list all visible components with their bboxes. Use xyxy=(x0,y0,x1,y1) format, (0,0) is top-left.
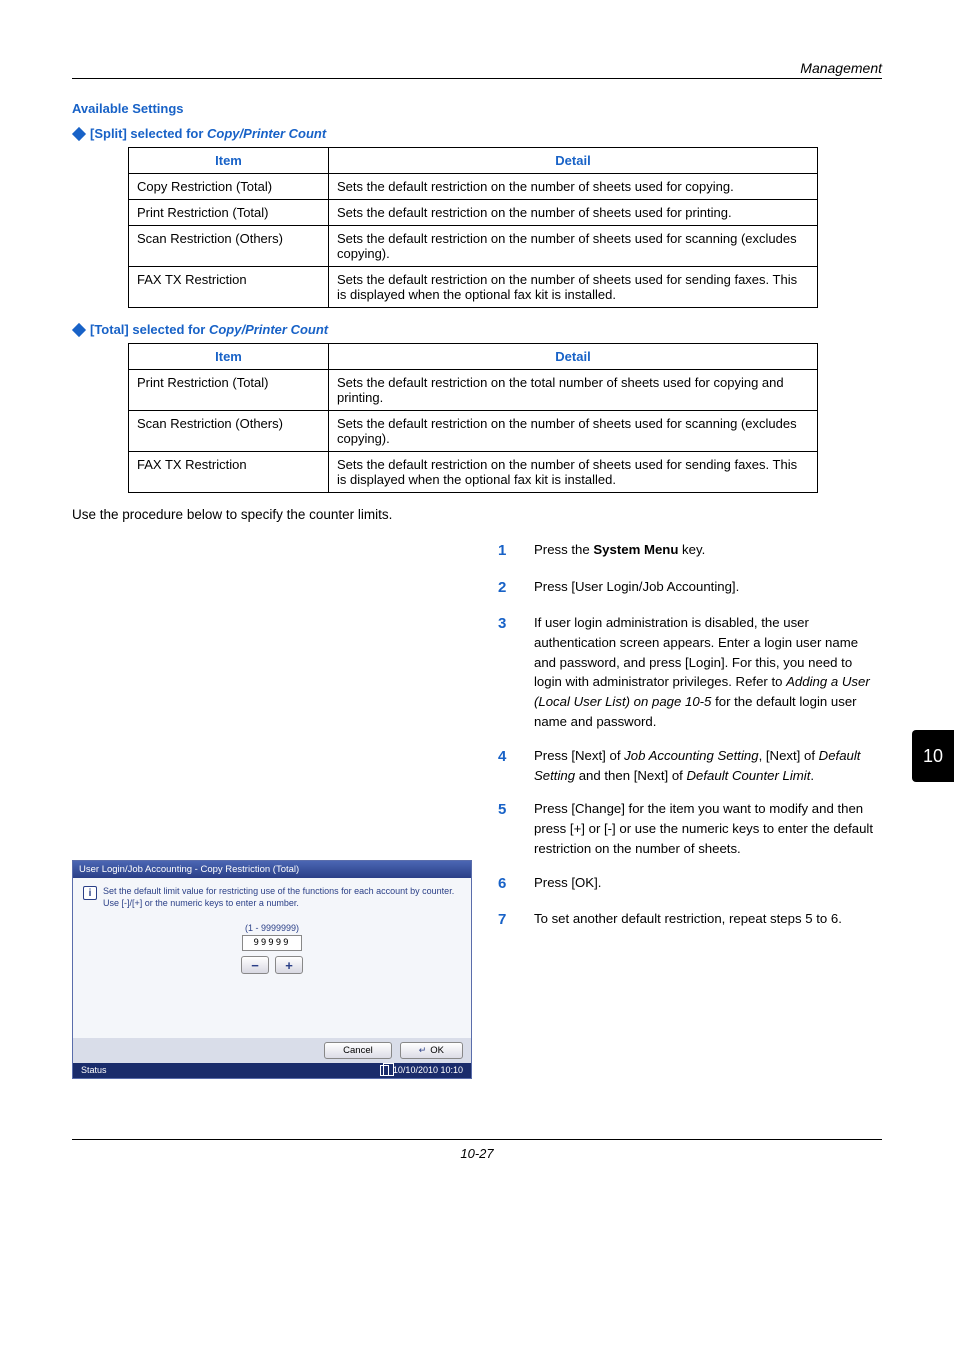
dialog-footer: Cancel ↵ OK xyxy=(73,1038,471,1063)
step-body: If user login administration is disabled… xyxy=(534,613,882,732)
page-number: 10-27 xyxy=(72,1146,882,1161)
value-range: (1 - 9999999) xyxy=(83,923,461,933)
split-sub-text: [Split] selected for Copy/Printer Count xyxy=(90,126,326,141)
cell-detail: Sets the default restriction on the numb… xyxy=(329,200,818,226)
table-row: FAX TX RestrictionSets the default restr… xyxy=(129,267,818,308)
cell-item: Copy Restriction (Total) xyxy=(129,174,329,200)
table-row: Scan Restriction (Others)Sets the defaul… xyxy=(129,226,818,267)
th-detail: Detail xyxy=(329,344,818,370)
cancel-label: Cancel xyxy=(343,1045,373,1056)
th-item: Item xyxy=(129,148,329,174)
instruction-list: 1 Press the System Menu key. 2 Press [Us… xyxy=(498,540,882,932)
diamond-bullet-icon xyxy=(72,126,86,140)
step-3: 3 If user login administration is disabl… xyxy=(498,613,882,732)
th-item: Item xyxy=(129,344,329,370)
step-body: Press [Next] of Job Accounting Setting, … xyxy=(534,746,882,786)
dialog-copy-restriction: User Login/Job Accounting - Copy Restric… xyxy=(72,860,472,1079)
step-2: 2 Press [User Login/Job Accounting]. xyxy=(498,577,882,600)
cell-detail: Sets the default restriction on the numb… xyxy=(329,452,818,493)
ok-button[interactable]: ↵ OK xyxy=(400,1042,463,1059)
dialog-info-line2: Use [-]/[+] or the numeric keys to enter… xyxy=(103,898,299,908)
table-row: Scan Restriction (Others)Sets the defaul… xyxy=(129,411,818,452)
total-subheading: [Total] selected for Copy/Printer Count xyxy=(72,322,882,337)
ok-label: OK xyxy=(430,1045,444,1056)
split-ital: Copy/Printer Count xyxy=(207,126,326,141)
dialog-title: User Login/Job Accounting - Copy Restric… xyxy=(73,861,471,878)
step-number: 3 xyxy=(498,613,516,732)
table-row: FAX TX RestrictionSets the default restr… xyxy=(129,452,818,493)
cell-item: FAX TX Restriction xyxy=(129,452,329,493)
step-body: To set another default restriction, repe… xyxy=(534,909,882,932)
step-body: Press [Change] for the item you want to … xyxy=(534,799,882,858)
cell-item: Scan Restriction (Others) xyxy=(129,226,329,267)
cell-detail: Sets the default restriction on the tota… xyxy=(329,370,818,411)
status-right: 10/10/2010 10:10 xyxy=(380,1065,463,1076)
info-icon: i xyxy=(83,886,97,900)
footer-rule xyxy=(72,1139,882,1140)
step-number: 2 xyxy=(498,577,516,600)
step-6: 6 Press [OK]. xyxy=(498,873,882,896)
cell-item: Print Restriction (Total) xyxy=(129,200,329,226)
table-row: Copy Restriction (Total)Sets the default… xyxy=(129,174,818,200)
status-label[interactable]: Status xyxy=(81,1065,107,1076)
enter-icon: ↵ xyxy=(419,1045,427,1056)
total-ital: Copy/Printer Count xyxy=(209,322,328,337)
total-sub-text: [Total] selected for Copy/Printer Count xyxy=(90,322,328,337)
step-5: 5 Press [Change] for the item you want t… xyxy=(498,799,882,858)
step-number: 4 xyxy=(498,746,516,786)
counter-value[interactable]: 99999 xyxy=(242,935,301,951)
step-4: 4 Press [Next] of Job Accounting Setting… xyxy=(498,746,882,786)
cell-detail: Sets the default restriction on the numb… xyxy=(329,174,818,200)
step-body: Press the System Menu key. xyxy=(534,540,882,563)
status-timestamp: 10/10/2010 10:10 xyxy=(393,1065,463,1075)
intro-text: Use the procedure below to specify the c… xyxy=(72,507,882,522)
dialog-info-line1: Set the default limit value for restrict… xyxy=(103,886,454,896)
dialog-info-text: Set the default limit value for restrict… xyxy=(103,886,454,909)
total-table: Item Detail Print Restriction (Total)Set… xyxy=(128,343,818,493)
total-prefix: [Total] selected for xyxy=(90,322,209,337)
split-table: Item Detail Copy Restriction (Total)Sets… xyxy=(128,147,818,308)
cell-item: Print Restriction (Total) xyxy=(129,370,329,411)
split-subheading: [Split] selected for Copy/Printer Count xyxy=(72,126,882,141)
split-prefix: [Split] selected for xyxy=(90,126,207,141)
step-1: 1 Press the System Menu key. xyxy=(498,540,882,563)
cell-item: Scan Restriction (Others) xyxy=(129,411,329,452)
chapter-header: Management xyxy=(72,60,882,79)
step-7: 7 To set another default restriction, re… xyxy=(498,909,882,932)
step-number: 7 xyxy=(498,909,516,932)
dialog-status-bar: Status 10/10/2010 10:10 xyxy=(73,1063,471,1078)
table-row: Print Restriction (Total)Sets the defaul… xyxy=(129,370,818,411)
cell-item: FAX TX Restriction xyxy=(129,267,329,308)
cell-detail: Sets the default restriction on the numb… xyxy=(329,267,818,308)
available-settings-heading: Available Settings xyxy=(72,101,882,116)
plus-button[interactable]: + xyxy=(275,956,303,974)
chapter-tab: 10 xyxy=(912,730,954,782)
minus-button[interactable]: − xyxy=(241,956,269,974)
cell-detail: Sets the default restriction on the numb… xyxy=(329,411,818,452)
cancel-button[interactable]: Cancel xyxy=(324,1042,392,1059)
th-detail: Detail xyxy=(329,148,818,174)
dialog-info: i Set the default limit value for restri… xyxy=(83,886,461,909)
step-body: Press [OK]. xyxy=(534,873,882,896)
diamond-bullet-icon xyxy=(72,322,86,336)
cell-detail: Sets the default restriction on the numb… xyxy=(329,226,818,267)
copy-icon xyxy=(380,1065,389,1076)
step-number: 6 xyxy=(498,873,516,896)
step-number: 1 xyxy=(498,540,516,563)
step-number: 5 xyxy=(498,799,516,858)
table-row: Print Restriction (Total)Sets the defaul… xyxy=(129,200,818,226)
step-body: Press [User Login/Job Accounting]. xyxy=(534,577,882,600)
